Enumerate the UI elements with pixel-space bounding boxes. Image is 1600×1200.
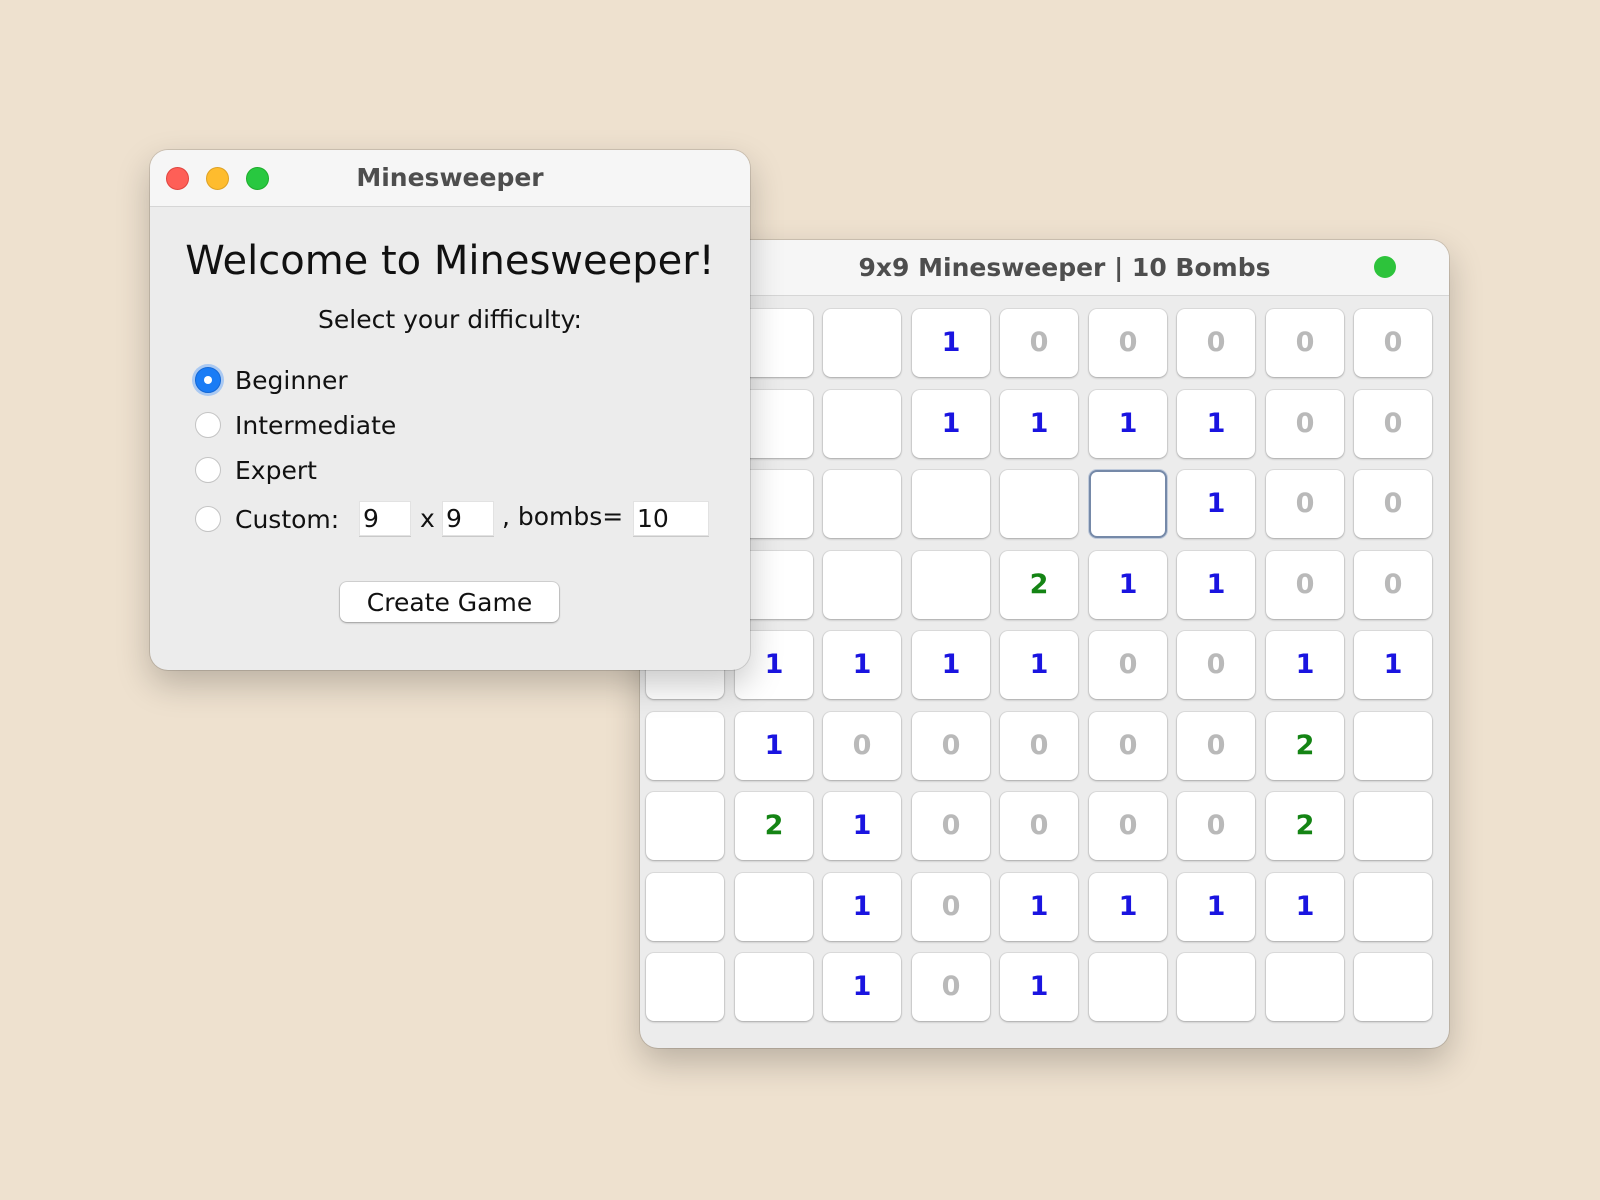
board-cell-r6-c4[interactable]: 0 <box>1000 792 1078 860</box>
board-cell-r8-c3[interactable]: 0 <box>912 953 990 1021</box>
radio-button[interactable] <box>195 457 221 483</box>
board-cell-r2-c2[interactable] <box>823 470 901 538</box>
board-cell-r4-c2[interactable]: 1 <box>823 631 901 699</box>
board-cell-r6-c3[interactable]: 0 <box>912 792 990 860</box>
board-cell-r4-c6[interactable]: 0 <box>1177 631 1255 699</box>
board-cell-r2-c7[interactable]: 0 <box>1266 470 1344 538</box>
board-cell-r8-c8[interactable] <box>1354 953 1432 1021</box>
board-cell-r7-c7[interactable]: 1 <box>1266 873 1344 941</box>
board-cell-r5-c5[interactable]: 0 <box>1089 712 1167 780</box>
board-cell-r7-c4[interactable]: 1 <box>1000 873 1078 941</box>
board-cell-r2-c4[interactable] <box>1000 470 1078 538</box>
radio-label-beginner: Beginner <box>235 365 348 395</box>
board-cell-r7-c6[interactable]: 1 <box>1177 873 1255 941</box>
board-cell-r1-c7[interactable]: 0 <box>1266 390 1344 458</box>
board-cell-r8-c4[interactable]: 1 <box>1000 953 1078 1021</box>
board-cell-r6-c5[interactable]: 0 <box>1089 792 1167 860</box>
board-cell-r4-c7[interactable]: 1 <box>1266 631 1344 699</box>
board-cell-r8-c5[interactable] <box>1089 953 1167 1021</box>
board-cell-r6-c8[interactable] <box>1354 792 1432 860</box>
radio-label-expert: Expert <box>235 455 317 485</box>
game-window-title: 9x9 Minesweeper | 10 Bombs <box>858 253 1271 282</box>
radio-label-intermediate: Intermediate <box>235 410 397 440</box>
radio-intermediate[interactable]: Intermediate <box>195 408 396 442</box>
board-cell-r0-c5[interactable]: 0 <box>1089 309 1167 377</box>
custom-bombs-input[interactable] <box>633 501 709 537</box>
board-cell-r4-c4[interactable]: 1 <box>1000 631 1078 699</box>
board-cell-r5-c7[interactable]: 2 <box>1266 712 1344 780</box>
board-cell-r3-c6[interactable]: 1 <box>1177 551 1255 619</box>
custom-size-separator: x <box>420 504 435 533</box>
board-cell-r0-c6[interactable]: 0 <box>1177 309 1255 377</box>
board-cell-r6-c6[interactable]: 0 <box>1177 792 1255 860</box>
board-cell-r8-c6[interactable] <box>1177 953 1255 1021</box>
board-cell-r3-c8[interactable]: 0 <box>1354 551 1432 619</box>
radio-label-custom: Custom: <box>235 504 340 534</box>
board-cell-r2-c8[interactable]: 0 <box>1354 470 1432 538</box>
dialog-window-title: Minesweeper <box>356 163 544 192</box>
board-cell-r5-c1[interactable]: 1 <box>735 712 813 780</box>
board-cell-r2-c5[interactable] <box>1089 470 1167 538</box>
board-cell-r4-c3[interactable]: 1 <box>912 631 990 699</box>
board-cell-r0-c3[interactable]: 1 <box>912 309 990 377</box>
board-cell-r7-c0[interactable] <box>646 873 724 941</box>
board-cell-r1-c2[interactable] <box>823 390 901 458</box>
board-cell-r1-c8[interactable]: 0 <box>1354 390 1432 458</box>
board-cell-r0-c4[interactable]: 0 <box>1000 309 1078 377</box>
board-cell-r5-c6[interactable]: 0 <box>1177 712 1255 780</box>
custom-rows-input[interactable] <box>359 501 411 537</box>
board-cell-r5-c2[interactable]: 0 <box>823 712 901 780</box>
board-cell-r6-c2[interactable]: 1 <box>823 792 901 860</box>
bombs-label: , bombs= <box>502 502 624 531</box>
board-cell-r6-c7[interactable]: 2 <box>1266 792 1344 860</box>
board-cell-r5-c0[interactable] <box>646 712 724 780</box>
board-cell-r6-c1[interactable]: 2 <box>735 792 813 860</box>
board-cell-r0-c2[interactable] <box>823 309 901 377</box>
board-cell-r3-c2[interactable] <box>823 551 901 619</box>
board-cell-r5-c3[interactable]: 0 <box>912 712 990 780</box>
board-cell-r6-c0[interactable] <box>646 792 724 860</box>
board-cell-r7-c5[interactable]: 1 <box>1089 873 1167 941</box>
board-cell-r3-c4[interactable]: 2 <box>1000 551 1078 619</box>
board-cell-r7-c1[interactable] <box>735 873 813 941</box>
board-cell-r4-c8[interactable]: 1 <box>1354 631 1432 699</box>
dialog-titlebar[interactable]: Minesweeper <box>150 150 750 207</box>
radio-button[interactable] <box>195 367 221 393</box>
board-cell-r4-c5[interactable]: 0 <box>1089 631 1167 699</box>
radio-button[interactable] <box>195 412 221 438</box>
custom-cols-input[interactable] <box>442 501 494 537</box>
board-cell-r2-c6[interactable]: 1 <box>1177 470 1255 538</box>
board-cell-r8-c0[interactable] <box>646 953 724 1021</box>
board-cell-r7-c3[interactable]: 0 <box>912 873 990 941</box>
radio-custom[interactable]: Custom: <box>195 502 339 536</box>
board-cell-r0-c8[interactable]: 0 <box>1354 309 1432 377</box>
board-cell-r5-c4[interactable]: 0 <box>1000 712 1078 780</box>
board-cell-r0-c7[interactable]: 0 <box>1266 309 1344 377</box>
board-cell-r7-c8[interactable] <box>1354 873 1432 941</box>
radio-beginner[interactable]: Beginner <box>195 363 348 397</box>
board-cell-r8-c1[interactable] <box>735 953 813 1021</box>
board-cell-r7-c2[interactable]: 1 <box>823 873 901 941</box>
board-cell-r3-c7[interactable]: 0 <box>1266 551 1344 619</box>
board-cell-r3-c3[interactable] <box>912 551 990 619</box>
welcome-heading: Welcome to Minesweeper! <box>185 238 715 284</box>
board-cell-r8-c7[interactable] <box>1266 953 1344 1021</box>
game-titlebar[interactable]: 9x9 Minesweeper | 10 Bombs <box>640 240 1449 296</box>
board-cell-r3-c5[interactable]: 1 <box>1089 551 1167 619</box>
board-cell-r8-c2[interactable]: 1 <box>823 953 901 1021</box>
difficulty-prompt: Select your difficulty: <box>318 305 582 334</box>
game-window: 9x9 Minesweeper | 10 Bombs 1000001111001… <box>640 240 1449 1048</box>
board-cell-r1-c3[interactable]: 1 <box>912 390 990 458</box>
board-cell-r2-c3[interactable] <box>912 470 990 538</box>
difficulty-dialog: Minesweeper Welcome to Minesweeper! Sele… <box>150 150 750 670</box>
create-game-button[interactable]: Create Game <box>340 582 559 622</box>
radio-button[interactable] <box>195 506 221 532</box>
board-cell-r1-c5[interactable]: 1 <box>1089 390 1167 458</box>
board-cell-r5-c8[interactable] <box>1354 712 1432 780</box>
board-cell-r1-c4[interactable]: 1 <box>1000 390 1078 458</box>
board-cell-r1-c6[interactable]: 1 <box>1177 390 1255 458</box>
radio-expert[interactable]: Expert <box>195 453 317 487</box>
